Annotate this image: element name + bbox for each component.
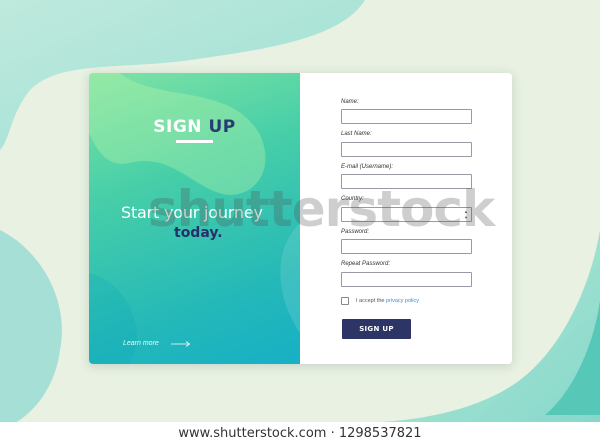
- privacy-checkbox[interactable]: [341, 297, 349, 305]
- consent-prefix: I accept the: [356, 298, 386, 304]
- learn-more-label: Learn more: [123, 340, 159, 347]
- privacy-consent-row: I accept the privacy policy: [341, 297, 419, 305]
- last-name-input[interactable]: [341, 142, 472, 157]
- name-input[interactable]: [341, 109, 472, 124]
- footer-bar: www.shutterstock.com · 1298537821: [0, 422, 600, 445]
- arrow-right-icon: [170, 340, 190, 347]
- title-word-sign: SIGN: [153, 117, 209, 137]
- privacy-policy-link[interactable]: privacy policy: [386, 298, 419, 304]
- footer-text: www.shutterstock.com · 1298537821: [178, 426, 422, 441]
- watermark: shutterstock: [148, 180, 495, 238]
- repeat-password-label: Repeat Password:: [341, 261, 391, 267]
- password-input[interactable]: [341, 239, 472, 254]
- repeat-password-input[interactable]: [341, 272, 472, 287]
- signup-button[interactable]: SIGN UP: [342, 319, 411, 339]
- learn-more-link[interactable]: Learn more: [123, 340, 191, 347]
- title-word-up: UP: [208, 117, 236, 137]
- last-name-label: Last Name:: [341, 131, 372, 137]
- signup-title: SIGN UP: [89, 117, 300, 137]
- name-label: Name:: [341, 99, 359, 105]
- privacy-consent-text: I accept the privacy policy: [356, 298, 419, 304]
- email-label: E-mail (Username):: [341, 164, 394, 170]
- title-underline: [176, 140, 213, 143]
